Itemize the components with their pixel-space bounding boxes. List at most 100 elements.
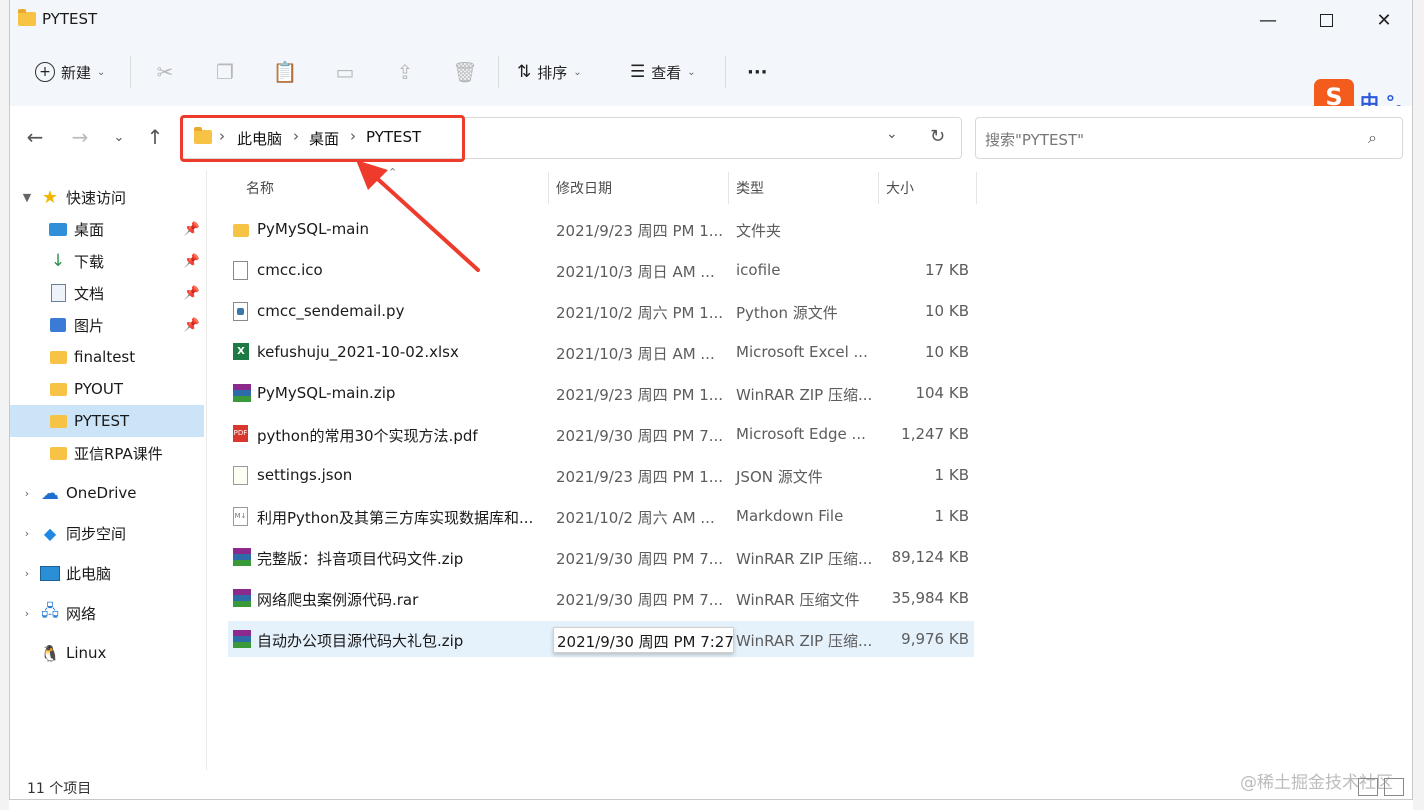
pin-icon[interactable]: 📌: [184, 286, 200, 301]
file-type: Microsoft Edge ...: [736, 425, 866, 443]
column-header-type[interactable]: 类型: [736, 178, 764, 198]
pin-icon[interactable]: 📌: [184, 254, 200, 269]
tiles-view-icon[interactable]: [1384, 778, 1404, 796]
sidebar-item-pictures[interactable]: 图片 📌: [28, 309, 206, 341]
sidebar-onedrive[interactable]: › ☁ OneDrive: [20, 477, 206, 509]
file-row[interactable]: M↓ 利用Python及其第三方库实现数据库和... 2021/10/2 周六 …: [228, 498, 974, 534]
pin-icon[interactable]: 📌: [184, 222, 200, 237]
folder-icon: [48, 348, 68, 366]
up-arrow-icon[interactable]: ↑: [140, 122, 170, 152]
address-dropdown-icon[interactable]: ⌄: [886, 126, 898, 142]
sidebar-linux[interactable]: 🐧 Linux: [20, 637, 206, 669]
sort-up-icon: ⌃: [388, 166, 398, 179]
maximize-button[interactable]: [1297, 0, 1355, 40]
file-row[interactable]: settings.json 2021/9/23 周四 PM 1... JSON …: [228, 457, 974, 493]
sidebar-label: 图片: [74, 316, 105, 335]
rename-icon[interactable]: ▭: [325, 52, 365, 92]
file-row[interactable]: PDF python的常用30个实现方法.pdf 2021/9/30 周四 PM…: [228, 416, 974, 452]
column-header-size[interactable]: 大小: [886, 178, 914, 198]
file-date: 2021/9/30 周四 PM 7...: [556, 550, 724, 568]
excel-icon: X: [233, 343, 249, 360]
winrar-icon: [233, 630, 251, 648]
view-button[interactable]: ☰ 查看 ⌄: [630, 52, 696, 92]
expanded-chevron-icon[interactable]: ▼: [20, 191, 34, 204]
document-icon: [48, 284, 68, 302]
sidebar-label: Linux: [66, 644, 107, 662]
more-button[interactable]: ···: [747, 52, 768, 92]
sidebar-label: 文档: [74, 284, 105, 303]
sidebar-label: 同步空间: [66, 524, 127, 543]
linux-penguin-icon: 🐧: [40, 643, 60, 663]
copy-icon[interactable]: ❐: [205, 52, 245, 92]
sidebar-item-desktop[interactable]: 桌面 📌: [28, 213, 206, 245]
sidebar-item-finaltest[interactable]: finaltest: [28, 341, 206, 373]
winrar-icon: [233, 589, 251, 607]
sidebar-item-pytest[interactable]: PYTEST: [10, 405, 204, 437]
file-type: WinRAR 压缩文件: [736, 591, 860, 609]
json-icon: [233, 466, 248, 485]
toolbar-separator: [725, 56, 726, 88]
minimize-button[interactable]: —: [1239, 0, 1297, 40]
back-arrow-icon[interactable]: ←: [20, 122, 50, 152]
close-button[interactable]: ✕: [1355, 0, 1413, 40]
star-icon: ★: [41, 186, 59, 208]
file-name: 完整版：抖音项目代码文件.zip: [257, 550, 464, 568]
file-row[interactable]: PyMySQL-main 2021/9/23 周四 PM 1... 文件夹: [228, 211, 974, 247]
file-date: 2021/9/30 周四 PM 7...: [556, 591, 724, 609]
collapsed-chevron-icon[interactable]: ›: [20, 487, 34, 500]
file-type: icofile: [736, 261, 781, 279]
sidebar-label: 快速访问: [66, 188, 127, 207]
file-size: 89,124 KB: [891, 548, 969, 566]
file-size: 1 KB: [934, 507, 969, 525]
file-type: JSON 源文件: [736, 468, 823, 486]
sidebar-item-rpa[interactable]: 亚信RPA课件: [28, 437, 206, 469]
file-type: WinRAR ZIP 压缩...: [736, 632, 873, 650]
sidebar-item-downloads[interactable]: ↓ 下载 📌: [28, 245, 206, 277]
file-row[interactable]: 网络爬虫案例源代码.rar 2021/9/30 周四 PM 7... WinRA…: [228, 580, 974, 616]
collapsed-chevron-icon[interactable]: ›: [20, 607, 34, 620]
sidebar-quick-access[interactable]: ▼ ★ 快速访问: [20, 181, 206, 213]
delete-icon[interactable]: 🗑: [445, 52, 485, 92]
file-row[interactable]: X kefushuju_2021-10-02.xlsx 2021/10/3 周日…: [228, 334, 974, 370]
column-header-date[interactable]: 修改日期: [556, 178, 612, 198]
new-button[interactable]: + 新建 ⌄: [35, 52, 105, 92]
file-row[interactable]: 完整版：抖音项目代码文件.zip 2021/9/30 周四 PM 7... Wi…: [228, 539, 974, 575]
recent-chevron-icon[interactable]: ⌄: [104, 122, 134, 152]
file-size: 1 KB: [934, 466, 969, 484]
column-separator[interactable]: [728, 172, 729, 204]
forward-arrow-icon[interactable]: →: [65, 122, 95, 152]
sidebar-thispc[interactable]: › 此电脑: [20, 557, 206, 589]
markdown-icon: M↓: [233, 507, 248, 526]
sidebar-sync[interactable]: › ◆ 同步空间: [20, 517, 206, 549]
column-separator[interactable]: [548, 172, 549, 204]
share-icon[interactable]: ⇪: [385, 52, 425, 92]
collapsed-chevron-icon[interactable]: ›: [20, 567, 34, 580]
pin-icon[interactable]: 📌: [184, 318, 200, 333]
sidebar-item-pyout[interactable]: PYOUT: [28, 373, 206, 405]
file-type: Markdown File: [736, 507, 844, 525]
plus-circle-icon: +: [35, 62, 55, 82]
details-view-icon[interactable]: [1358, 778, 1378, 796]
sort-label: 排序: [537, 63, 568, 82]
folder-icon: [233, 224, 249, 237]
paste-icon[interactable]: 📋: [265, 52, 305, 92]
folder-icon: [48, 412, 68, 430]
chevron-down-icon: ⌄: [687, 66, 696, 78]
file-row[interactable]: PyMySQL-main.zip 2021/9/23 周四 PM 1... Wi…: [228, 375, 974, 411]
title-bar: [10, 0, 1412, 40]
column-separator[interactable]: [976, 172, 977, 204]
search-icon[interactable]: ⌕: [1368, 128, 1377, 148]
refresh-icon[interactable]: ↻: [930, 126, 945, 147]
picture-icon: [48, 316, 68, 334]
column-separator[interactable]: [878, 172, 879, 204]
sort-button[interactable]: ⇅ 排序 ⌄: [517, 52, 582, 92]
sidebar-item-documents[interactable]: 文档 📌: [28, 277, 206, 309]
collapsed-chevron-icon[interactable]: ›: [20, 527, 34, 540]
column-header-name[interactable]: 名称: [246, 178, 274, 198]
sidebar-network[interactable]: › 🖧 网络: [20, 597, 206, 629]
file-row[interactable]: cmcc_sendemail.py 2021/10/2 周六 PM 1... P…: [228, 293, 974, 329]
cut-icon[interactable]: ✂: [145, 52, 185, 92]
view-label: 查看: [651, 63, 682, 82]
file-row[interactable]: cmcc.ico 2021/10/3 周日 AM ... icofile 17 …: [228, 252, 974, 288]
file-size: 17 KB: [925, 261, 969, 279]
